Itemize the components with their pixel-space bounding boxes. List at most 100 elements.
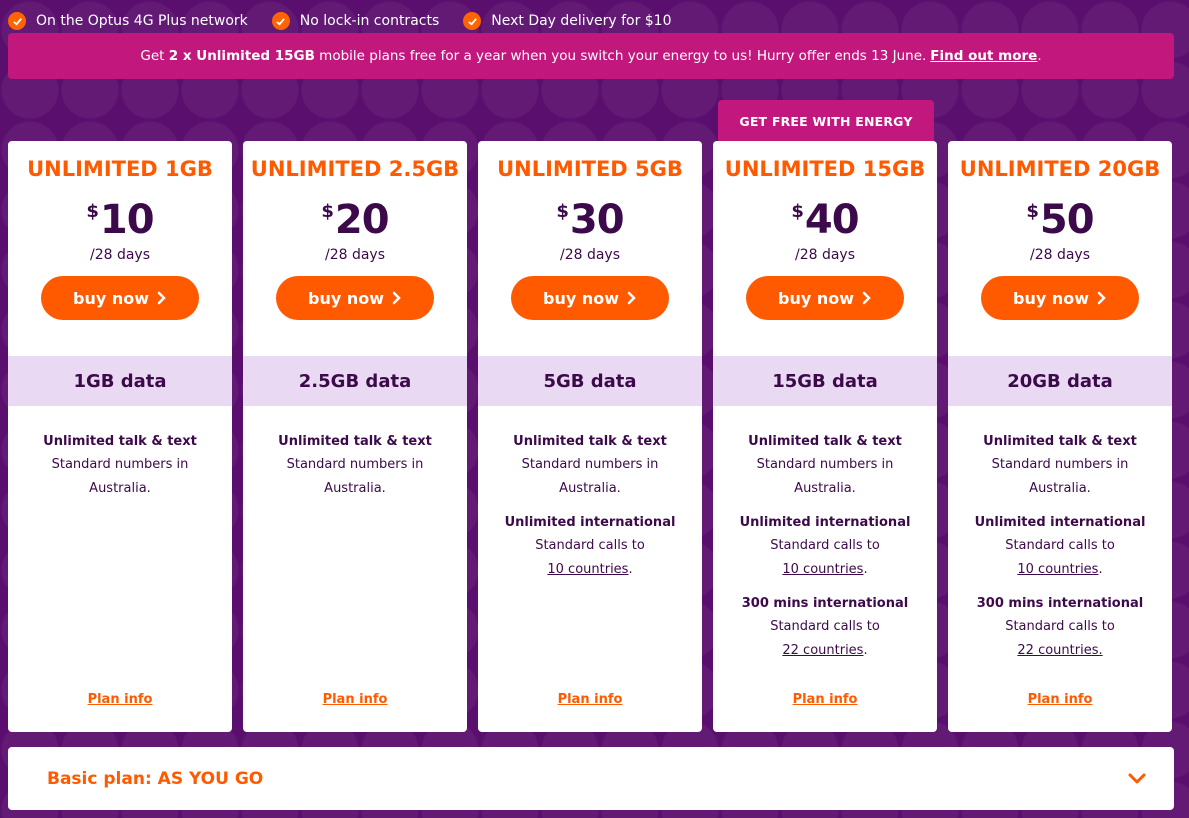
buy-now-button[interactable]: buy now [981, 276, 1139, 320]
feature: Unlimited international Standard calls to… [948, 512, 1172, 582]
chevron-right-icon [157, 291, 166, 305]
plan-price: $30 [478, 197, 702, 243]
plan-info-link[interactable]: Plan info [243, 692, 467, 707]
plan-price: $10 [8, 197, 232, 243]
buy-now-button[interactable]: buy now [41, 276, 199, 320]
data-allowance: 2.5GB data [243, 356, 467, 406]
usp-item: Next Day delivery for $10 [463, 12, 672, 30]
countries-link[interactable]: 22 countries. [1017, 643, 1102, 658]
plan-price: $50 [948, 197, 1172, 243]
buy-now-button[interactable]: buy now [511, 276, 669, 320]
plan-info-link[interactable]: Plan info [478, 692, 702, 707]
feature-description: Standard calls to [770, 619, 880, 634]
feature-description: Standard calls to [770, 538, 880, 553]
feature-countries-line: 22 countries. [948, 639, 1172, 663]
feature-title: Unlimited talk & text [513, 434, 667, 449]
chevron-right-icon [1097, 291, 1106, 305]
promo-highlight: 2 x Unlimited 15GB [168, 48, 315, 64]
feature-description: Standard calls to [535, 538, 645, 553]
chevron-right-icon [392, 291, 401, 305]
usp-label: Next Day delivery for $10 [491, 13, 672, 29]
feature-title: Unlimited international [974, 515, 1146, 530]
plan-features: Unlimited talk & text Standard numbers in… [8, 431, 232, 512]
feature: Unlimited talk & text Standard numbers in… [243, 431, 467, 501]
feature: 300 mins international Standard calls to 2… [713, 593, 937, 663]
buy-now-label: buy now [542, 288, 619, 308]
feature-title: Unlimited talk & text [983, 434, 1137, 449]
plan-name: UNLIMITED 5GB [497, 157, 683, 181]
countries-link[interactable]: 10 countries [547, 562, 628, 577]
countries-link[interactable]: 10 countries [1017, 562, 1098, 577]
usp-item: On the Optus 4G Plus network [8, 12, 248, 30]
feature-countries-line: 10 countries. [948, 558, 1172, 582]
plan-card: UNLIMITED 1GB $10 /28 days buy now 1GB d… [8, 141, 232, 732]
feature-description: Standard calls to [1005, 538, 1115, 553]
check-icon [271, 12, 290, 30]
buy-now-button[interactable]: buy now [276, 276, 434, 320]
free-with-energy-ribbon: GET FREE WITH ENERGY [718, 100, 934, 142]
feature-title: Unlimited talk & text [748, 434, 902, 449]
feature: Unlimited international Standard calls to… [713, 512, 937, 582]
feature-title: 300 mins international [976, 596, 1144, 611]
plan-info-link[interactable]: Plan info [948, 692, 1172, 707]
feature-countries-line: 10 countries. [713, 558, 937, 582]
plan-card: UNLIMITED 20GB $50 /28 days buy now 20GB… [948, 141, 1172, 732]
promo-prefix: Get [140, 48, 169, 64]
feature: Unlimited talk & text Standard numbers in… [713, 431, 937, 501]
plan-info-link[interactable]: Plan info [8, 692, 232, 707]
currency-symbol: $ [791, 201, 804, 222]
buy-now-button[interactable]: buy now [746, 276, 904, 320]
plan-features: Unlimited talk & text Standard numbers in… [713, 431, 937, 674]
plan-name: UNLIMITED 20GB [959, 157, 1161, 181]
chevron-down-icon [1128, 773, 1146, 783]
data-allowance: 5GB data [478, 356, 702, 406]
buy-now-label: buy now [307, 288, 384, 308]
currency-symbol: $ [1026, 201, 1039, 222]
basic-plan-accordion[interactable]: Basic plan: AS YOU GO [8, 747, 1174, 810]
feature: Unlimited talk & text Standard numbers in… [948, 431, 1172, 501]
check-icon [8, 12, 26, 30]
usp-item: No lock-in contracts [271, 12, 440, 30]
feature-title: Unlimited international [739, 515, 911, 530]
plan-features: Unlimited talk & text Standard numbers in… [948, 431, 1172, 674]
basic-plan-label: Basic plan: AS YOU GO [47, 768, 264, 789]
buy-now-label: buy now [72, 288, 149, 308]
check-icon [463, 12, 482, 30]
feature-countries-line: 22 countries. [713, 639, 937, 663]
plan-card: UNLIMITED 15GB $40 /28 days buy now 15GB… [713, 141, 937, 732]
countries-link[interactable]: 22 countries [782, 643, 863, 658]
plan-period: /28 days [559, 247, 621, 263]
feature-title: 300 mins international [741, 596, 909, 611]
feature-description: Standard numbers in Australia. [286, 457, 424, 496]
plan-period: /28 days [89, 247, 151, 263]
plan-info-link[interactable]: Plan info [713, 692, 937, 707]
plan-name: UNLIMITED 15GB [724, 157, 926, 181]
feature: 300 mins international Standard calls to 2… [948, 593, 1172, 663]
promo-text: Get 2 x Unlimited 15GB mobile plans free… [140, 48, 926, 64]
plan-price: $40 [713, 197, 937, 243]
currency-symbol: $ [321, 201, 334, 222]
feature-description: Standard numbers in Australia. [521, 457, 659, 496]
plan-name: UNLIMITED 1GB [27, 157, 213, 181]
chevron-right-icon [862, 291, 871, 305]
plan-period: /28 days [324, 247, 386, 263]
find-out-more-link[interactable]: Find out more [930, 48, 1037, 64]
plan-period: /28 days [1029, 247, 1091, 263]
usp-bar: On the Optus 4G Plus network No lock-in … [8, 10, 672, 32]
price-amount: 20 [334, 197, 390, 243]
feature-punctuation: . [628, 562, 633, 577]
plan-card: UNLIMITED 5GB $30 /28 days buy now 5GB d… [478, 141, 702, 732]
chevron-right-icon [627, 291, 636, 305]
data-allowance: 1GB data [8, 356, 232, 406]
feature-description: Standard calls to [1005, 619, 1115, 634]
currency-symbol: $ [86, 201, 99, 222]
feature-punctuation: . [863, 562, 868, 577]
countries-link[interactable]: 10 countries [782, 562, 863, 577]
plan-period: /28 days [794, 247, 856, 263]
feature-description: Standard numbers in Australia. [991, 457, 1129, 496]
plan-features: Unlimited talk & text Standard numbers in… [243, 431, 467, 512]
promo-banner: Get 2 x Unlimited 15GB mobile plans free… [8, 33, 1174, 79]
feature: Unlimited international Standard calls to… [478, 512, 702, 582]
feature: Unlimited talk & text Standard numbers in… [478, 431, 702, 501]
usp-label: No lock-in contracts [299, 13, 440, 29]
